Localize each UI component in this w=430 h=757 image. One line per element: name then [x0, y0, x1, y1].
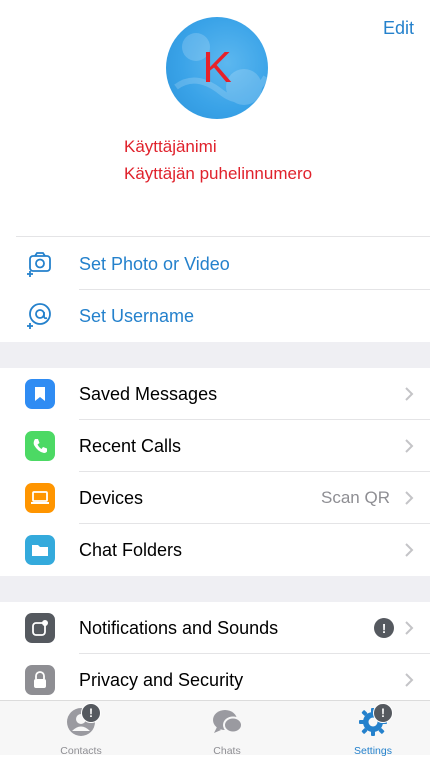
- devices-row[interactable]: Devices Scan QR: [0, 472, 430, 524]
- edit-button[interactable]: Edit: [383, 18, 414, 39]
- notifications-tile: [25, 613, 55, 643]
- person-icon: !: [63, 703, 101, 739]
- chat-folders-tile: [25, 535, 55, 565]
- notification-icon: [32, 620, 48, 636]
- section-gap: [0, 576, 430, 602]
- privacy-row[interactable]: Privacy and Security: [0, 654, 430, 706]
- camera-add-icon: [27, 252, 51, 277]
- devices-label: Devices: [79, 487, 144, 508]
- saved-messages-label: Saved Messages: [79, 383, 218, 404]
- recent-calls-row[interactable]: Recent Calls: [0, 420, 430, 472]
- phone-number-text: Käyttäjän puhelinnumero: [124, 164, 313, 183]
- tab-label: Contacts: [60, 745, 102, 757]
- avatar-letter: K: [202, 43, 232, 92]
- lock-icon: [34, 671, 46, 688]
- set-username-row[interactable]: Set Username: [0, 290, 430, 342]
- tab-contacts[interactable]: ! Contacts: [26, 701, 136, 757]
- gear-icon: !: [355, 703, 393, 739]
- scan-qr-value: Scan QR: [321, 488, 390, 507]
- chevron-right-icon: [400, 489, 418, 507]
- saved-messages-tile: [25, 379, 55, 409]
- chat-bubbles-icon: [209, 705, 245, 739]
- privacy-tile: [25, 665, 55, 695]
- chevron-right-icon: [400, 541, 418, 559]
- set-photo-row[interactable]: Set Photo or Video: [0, 238, 430, 290]
- bookmark-icon: [35, 387, 45, 401]
- tab-settings[interactable]: ! Settings: [318, 701, 428, 757]
- chevron-right-icon: [400, 619, 418, 637]
- chat-folders-row[interactable]: Chat Folders: [0, 524, 430, 576]
- recent-calls-tile: [25, 431, 55, 461]
- folder-icon: [32, 545, 48, 556]
- username-text: Käyttäjänimi: [124, 137, 217, 156]
- notifications-row[interactable]: Notifications and Sounds !: [0, 602, 430, 654]
- tab-label: Settings: [354, 745, 392, 757]
- contacts-badge: !: [81, 703, 101, 723]
- chevron-right-icon: [400, 437, 418, 455]
- chat-folders-label: Chat Folders: [79, 539, 183, 560]
- chevron-right-icon: [400, 385, 418, 403]
- notifications-label: Notifications and Sounds: [79, 617, 279, 638]
- chevron-right-icon: [400, 671, 418, 689]
- recent-calls-label: Recent Calls: [79, 435, 182, 456]
- devices-tile: [25, 483, 55, 513]
- at-sign-icon: [27, 303, 51, 329]
- section-gap: [0, 342, 430, 368]
- set-photo-label: Set Photo or Video: [79, 253, 230, 274]
- saved-messages-row[interactable]: Saved Messages: [0, 368, 430, 420]
- avatar[interactable]: K: [166, 17, 268, 119]
- set-username-label: Set Username: [79, 305, 195, 326]
- tab-chats[interactable]: Chats: [172, 701, 282, 757]
- divider: [16, 236, 430, 237]
- tab-bar: ! Contacts Chats ! Settings: [0, 700, 430, 757]
- tab-label: Chats: [213, 745, 241, 757]
- settings-badge: !: [373, 703, 393, 723]
- phone-icon: [33, 439, 47, 453]
- alert-icon: !: [374, 618, 394, 638]
- privacy-label: Privacy and Security: [79, 669, 244, 690]
- laptop-icon: [31, 491, 49, 504]
